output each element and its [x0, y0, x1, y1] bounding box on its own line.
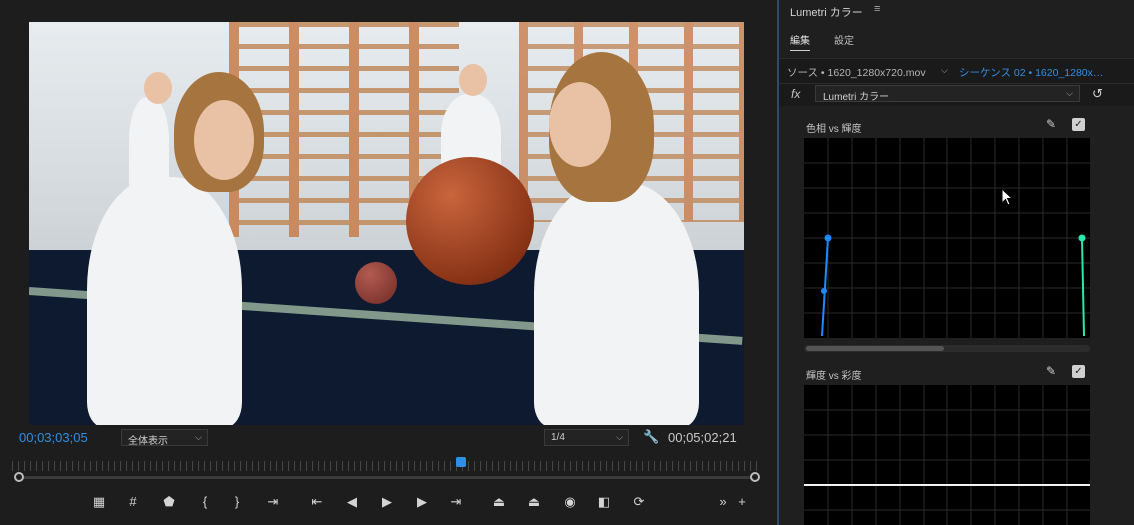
video-girl-left-face [194, 100, 254, 180]
comparison-view-icon[interactable]: ◧ [593, 492, 615, 512]
export-frame-icon[interactable]: ◉ [559, 492, 581, 512]
panel-header: Lumetri カラー ≡ [779, 0, 1134, 22]
step-forward-icon[interactable]: ▶ [411, 492, 433, 512]
mark-in-bracket-icon[interactable]: { [194, 492, 216, 512]
zoom-scroll-right-handle[interactable] [750, 472, 760, 482]
premiere-workspace: 00;03;03;05 全体表示 ⌵ 1/4 ⌵ 🔧 00;05;02;21 ▦… [0, 0, 1134, 525]
proxy-toggle-icon[interactable]: ⟳ [628, 492, 650, 512]
lift-icon[interactable]: ⏏ [488, 492, 510, 512]
chevron-down-icon: ⌵ [195, 432, 202, 442]
step-back-icon[interactable]: ◀ [341, 492, 363, 512]
video-child-bg-left-face [144, 72, 172, 104]
hamburger-menu-icon[interactable]: ≡ [874, 3, 880, 15]
time-ruler[interactable] [12, 461, 762, 471]
monitor-controls-bar: 00;03;03;05 全体表示 ⌵ 1/4 ⌵ 🔧 00;05;02;21 [0, 427, 777, 449]
playback-resolution-value: 1/4 [551, 432, 565, 443]
video-basketball-small [355, 262, 397, 304]
add-button-icon[interactable]: + [731, 492, 753, 512]
tab-settings[interactable]: 設定 [834, 32, 854, 47]
playhead-handle[interactable] [456, 457, 466, 467]
luma-vs-sat-svg [804, 385, 1090, 525]
hue-curve-right-segment [1081, 237, 1085, 337]
hue-curve-left-segment [821, 237, 829, 337]
luma-vs-sat-graph[interactable] [804, 385, 1090, 525]
add-marker-icon[interactable]: ▦ [88, 492, 110, 512]
hue-vs-luma-graph[interactable] [804, 138, 1090, 338]
extract-icon[interactable]: ⏏ [523, 492, 545, 512]
panel-tabs: 編集 設定 [779, 30, 1134, 51]
eyedropper-icon[interactable]: ✎ [1046, 117, 1056, 131]
chevron-down-icon: ⌵ [1066, 88, 1073, 98]
hue-vs-luma-enable-checkbox[interactable]: ✓ [1072, 118, 1085, 131]
mouse-cursor-icon [1001, 188, 1013, 206]
luma-vs-sat-enable-checkbox[interactable]: ✓ [1072, 365, 1085, 378]
chevron-down-icon: ⌵ [616, 432, 623, 442]
luma-vs-sat-label: 輝度 vs 彩度 [806, 371, 862, 382]
zoom-level-value: 全体表示 [128, 436, 168, 447]
zoom-scroll-bar[interactable] [18, 476, 756, 479]
lumetri-color-panel: Lumetri カラー ≡ 編集 設定 ソース • 1620_1280x720.… [779, 0, 1134, 525]
mark-out-bracket-icon[interactable]: } [226, 492, 248, 512]
tab-edit[interactable]: 編集 [790, 32, 810, 51]
hue-vs-luma-label: 色相 vs 輝度 [806, 124, 862, 135]
hue-vs-luma-svg [804, 138, 1090, 338]
video-preview[interactable] [29, 22, 744, 425]
reset-icon[interactable]: ↺ [1092, 86, 1103, 102]
curve-control-point[interactable] [824, 234, 832, 242]
playback-resolution-select[interactable]: 1/4 ⌵ [544, 429, 629, 446]
duration-timecode: 00;05;02;21 [668, 430, 737, 445]
wrench-settings-icon[interactable]: 🔧 [643, 429, 659, 445]
go-to-previous-edit-icon[interactable]: ⇤ [306, 492, 328, 512]
hue-graph-scroll-thumb[interactable] [806, 346, 944, 351]
effect-select-value: Lumetri カラー [823, 92, 890, 103]
panel-title[interactable]: Lumetri カラー [790, 4, 863, 20]
mark-in-icon[interactable]: # [122, 492, 144, 512]
sequence-clip-label[interactable]: シーケンス 02 • 1620_1280x… [959, 65, 1129, 80]
go-to-next-edit-icon[interactable]: ⇥ [445, 492, 467, 512]
effect-row: fx Lumetri カラー ⌵ ↺ [779, 84, 1134, 106]
video-basketball [406, 157, 534, 285]
source-clip-label[interactable]: ソース • 1620_1280x720.mov [787, 65, 926, 80]
go-to-in-icon[interactable]: ⇥ [262, 492, 284, 512]
video-child-bg-center-face [459, 64, 487, 96]
video-girl-left-body [87, 177, 242, 425]
curve-control-point[interactable] [821, 288, 827, 294]
marker-icon[interactable]: ⬟ [158, 492, 180, 512]
chevron-down-icon[interactable]: ⌵ [941, 65, 948, 76]
fx-icon[interactable]: fx [791, 87, 800, 101]
transport-controls: ▦ # ⬟ { } ⇥ ⇤ ◀ ▶ ▶ ⇥ ⏏ ⏏ ◉ ◧ ⟳ » + [0, 490, 777, 514]
hue-graph-scrollbar[interactable] [804, 345, 1090, 352]
program-monitor: 00;03;03;05 全体表示 ⌵ 1/4 ⌵ 🔧 00;05;02;21 ▦… [0, 0, 777, 525]
eyedropper-icon[interactable]: ✎ [1046, 364, 1056, 378]
video-girl-right-body [534, 182, 699, 425]
source-sequence-row: ソース • 1620_1280x720.mov ⌵ シーケンス 02 • 162… [779, 58, 1134, 84]
effect-select[interactable]: Lumetri カラー ⌵ [815, 85, 1080, 103]
play-icon[interactable]: ▶ [376, 492, 398, 512]
zoom-level-select[interactable]: 全体表示 ⌵ [121, 429, 208, 447]
video-girl-right-face [549, 82, 611, 167]
luma-graph-grid [804, 385, 1090, 525]
zoom-scroll-left-handle[interactable] [14, 472, 24, 482]
curve-control-point[interactable] [1078, 234, 1086, 242]
current-timecode[interactable]: 00;03;03;05 [19, 430, 88, 445]
